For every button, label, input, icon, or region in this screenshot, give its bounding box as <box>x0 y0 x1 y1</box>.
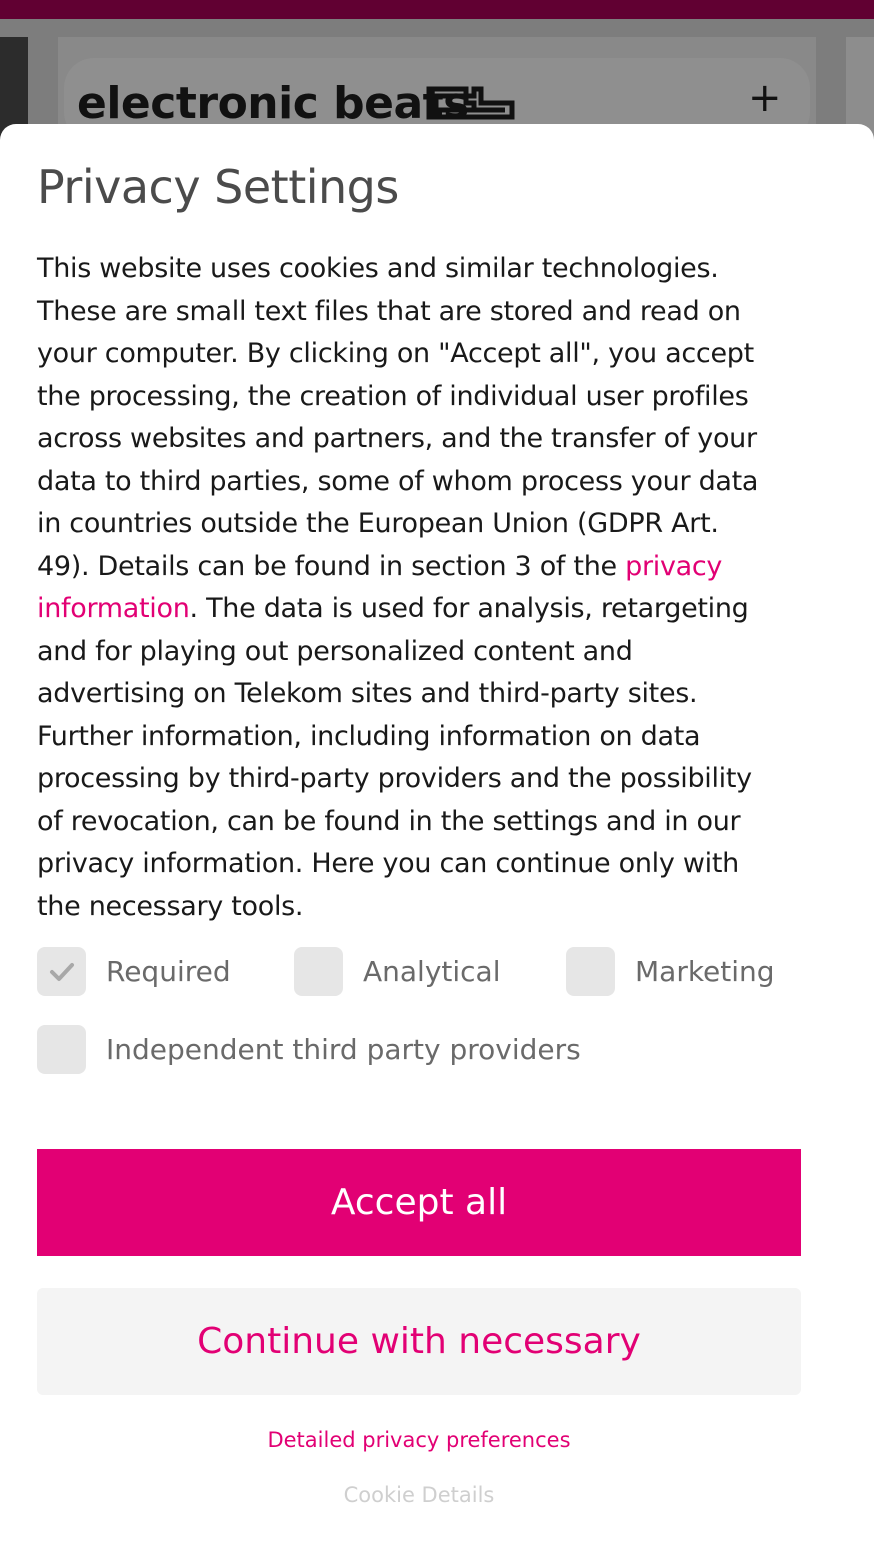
description-part-2: . The data is used for analysis, retarge… <box>37 593 752 922</box>
privacy-description: This website uses cookies and similar te… <box>37 248 767 928</box>
checkbox-analytical[interactable] <box>294 947 343 996</box>
checkbox-analytical-label[interactable]: Analytical <box>363 955 501 988</box>
eb-logo-icon <box>426 86 515 120</box>
dialog-title: Privacy Settings <box>37 160 399 214</box>
checkbox-marketing-label[interactable]: Marketing <box>635 955 775 988</box>
privacy-settings-dialog: Privacy Settings This website uses cooki… <box>0 124 874 1555</box>
checkbox-required-label: Required <box>106 955 231 988</box>
checkbox-third-party-row[interactable]: Independent third party providers <box>37 1025 581 1074</box>
checkbox-marketing-row[interactable]: Marketing <box>566 947 775 996</box>
checkbox-required-row: Required <box>37 947 231 996</box>
accept-all-button[interactable]: Accept all <box>37 1149 801 1256</box>
page: electronic beats + Privacy Settings This… <box>0 0 874 1555</box>
checkbox-analytical-row[interactable]: Analytical <box>294 947 501 996</box>
checkbox-third-party-label[interactable]: Independent third party providers <box>106 1033 581 1066</box>
description-part-1: This website uses cookies and similar te… <box>37 253 759 582</box>
checkbox-third-party[interactable] <box>37 1025 86 1074</box>
checkbox-marketing[interactable] <box>566 947 615 996</box>
detailed-privacy-preferences-link[interactable]: Detailed privacy preferences <box>0 1428 838 1452</box>
continue-with-necessary-button[interactable]: Continue with necessary <box>37 1288 801 1395</box>
top-bar <box>0 0 874 19</box>
site-logo-text: electronic beats <box>77 78 469 129</box>
cookie-details-link[interactable]: Cookie Details <box>0 1483 838 1507</box>
plus-icon[interactable]: + <box>748 78 782 118</box>
check-icon <box>49 962 74 981</box>
checkbox-required <box>37 947 86 996</box>
